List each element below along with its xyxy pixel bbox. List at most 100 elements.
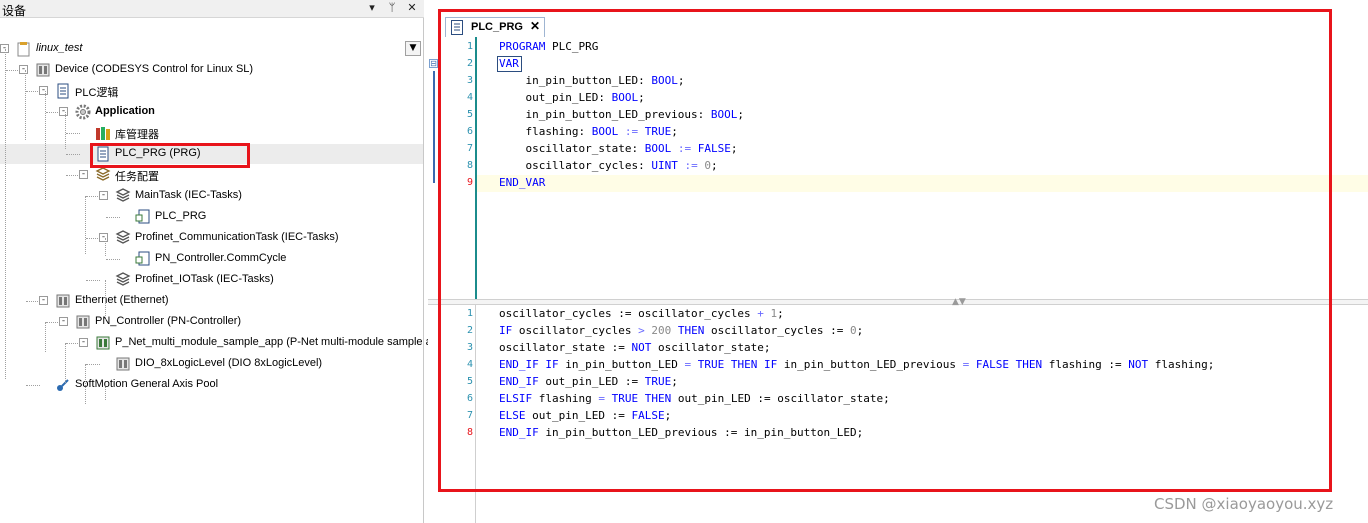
tree-item[interactable]: PLC_PRG: [0, 207, 423, 227]
tree-connector: [86, 364, 100, 365]
line-number: 1: [466, 41, 473, 52]
tree-item[interactable]: - Profinet_CommunicationTask (IEC-Tasks): [0, 228, 423, 248]
plc-logic-icon: [55, 83, 71, 99]
tree-connector: [6, 70, 20, 71]
tree-item-label: DIO_8xLogicLevel (DIO 8xLogicLevel): [135, 357, 323, 369]
collapse-marker-icon[interactable]: ⊟: [429, 59, 438, 68]
tree-item-label: PN_Controller.CommCycle: [155, 252, 287, 264]
panel-menu-dropdown-icon[interactable]: ▾: [365, 1, 379, 16]
tree-item[interactable]: - MainTask (IEC-Tasks): [0, 186, 423, 206]
code-token: oscillator_state :=: [499, 341, 632, 354]
code-token: ;: [737, 108, 745, 121]
gutter-separator-bottom: [475, 305, 476, 523]
code-token: 200: [651, 324, 672, 337]
code-token: BOOL: [710, 108, 738, 121]
panel-title: 设备: [2, 4, 27, 18]
line-number: 5: [466, 109, 473, 120]
code-line: ELSE out_pin_LED := FALSE;: [499, 407, 671, 424]
tree-connector: [105, 385, 106, 400]
project-icon: [16, 41, 32, 57]
tree-connector: [65, 343, 66, 383]
tree-item[interactable]: - PLC逻辑: [0, 81, 423, 101]
declaration-pane[interactable]: ⊟ 1 PROGRAM PLC_PRG 2 VAR 3 in_pin_button_LE…: [428, 37, 1368, 299]
tree-item[interactable]: - P_Net_multi_module_sample_app (P-Net mu…: [0, 333, 438, 353]
code-token: flashing: [532, 392, 599, 405]
tree-item-label: linux_test: [36, 42, 83, 54]
tree-item-label: 库管理器: [115, 129, 159, 141]
line-number: 3: [466, 342, 473, 353]
tree-item-label: PLC_PRG (PRG): [115, 147, 201, 159]
tree-expander-icon[interactable]: -: [79, 338, 88, 347]
task-icon: [115, 272, 131, 288]
device-icon: [35, 62, 51, 78]
tree-item[interactable]: Profinet_IOTask (IEC-Tasks): [0, 270, 423, 290]
code-token: FALSE: [631, 409, 665, 422]
tree-expander-icon[interactable]: -: [39, 296, 48, 305]
tree-item[interactable]: - 任务配置: [0, 165, 423, 185]
code-token: oscillator_state:: [499, 142, 645, 155]
tree-item[interactable]: 库管理器: [0, 123, 423, 143]
pou-icon: [95, 146, 111, 162]
tree-expander-icon[interactable]: -: [99, 191, 108, 200]
tree-connector: [86, 238, 100, 239]
tree-expander-icon[interactable]: -: [99, 233, 108, 242]
tree-item[interactable]: PLC_PRG (PRG): [0, 144, 423, 164]
project-dropdown-icon[interactable]: ▼: [405, 41, 421, 56]
tree-expander-icon[interactable]: -: [39, 86, 48, 95]
tree-item[interactable]: DIO_8xLogicLevel (DIO 8xLogicLevel): [0, 354, 423, 374]
code-token: in_pin_button_LED_previous:: [499, 108, 711, 121]
tree-expander-icon[interactable]: -: [59, 317, 68, 326]
panel-header: 设备 ▾ ᛘ ✕: [0, 0, 424, 18]
code-token: THEN: [730, 358, 758, 371]
implementation-pane[interactable]: 1 oscillator_cycles := oscillator_cycles …: [428, 305, 1368, 523]
code-token: ELSE: [499, 409, 526, 422]
tree-connector: [25, 70, 26, 140]
code-line: END_IF IF in_pin_button_LED = TRUE THEN …: [499, 356, 1214, 373]
tab-close-icon[interactable]: ✕: [530, 19, 540, 33]
tree-item[interactable]: - linux_test ▼: [0, 39, 423, 59]
tab-plc-prg[interactable]: PLC_PRG ✕: [445, 17, 545, 37]
program-call-icon: [135, 209, 151, 225]
code-token: 0: [850, 324, 857, 337]
code-token: ;: [671, 375, 678, 388]
code-line: in_pin_button_LED_previous: BOOL;: [499, 106, 744, 123]
code-token: TRUE: [611, 392, 639, 405]
tree-item[interactable]: SoftMotion General Axis Pool: [0, 375, 423, 395]
scope-bar: [433, 71, 435, 183]
tree-expander-icon[interactable]: -: [19, 65, 28, 74]
tree-item[interactable]: - Ethernet (Ethernet): [0, 291, 423, 311]
tree-item-label: PLC逻辑: [75, 87, 119, 99]
tree-item-label: P_Net_multi_module_sample_app (P-Net mul…: [115, 336, 438, 348]
code-token: IF: [545, 358, 559, 371]
code-line: out_pin_LED: BOOL;: [499, 89, 644, 106]
tree-expander-icon[interactable]: -: [59, 107, 68, 116]
tree-item[interactable]: - Application: [0, 102, 423, 122]
code-token: FALSE: [697, 142, 731, 155]
tree-connector: [66, 343, 80, 344]
line-number: 2: [466, 58, 473, 69]
code-token: UINT: [651, 159, 678, 172]
code-token: END_IF: [499, 375, 539, 388]
code-token: IF: [499, 324, 513, 337]
tree-connector: [86, 280, 100, 281]
panel-close-icon[interactable]: ✕: [405, 1, 419, 16]
tree-item-label: Profinet_CommunicationTask (IEC-Tasks): [135, 231, 339, 243]
tree-expander-icon[interactable]: -: [79, 170, 88, 179]
tree-item[interactable]: PN_Controller.CommCycle: [0, 249, 423, 269]
tree-item[interactable]: - Device (CODESYS Control for Linux SL): [0, 60, 423, 80]
code-token: =: [598, 392, 605, 405]
code-token: 0: [704, 159, 711, 172]
code-token: BOOL: [611, 91, 639, 104]
bracket-match-box: [497, 56, 522, 72]
tree-item[interactable]: - PN_Controller (PN-Controller): [0, 312, 423, 332]
line-number: 6: [466, 126, 473, 137]
code-token: THEN: [644, 392, 672, 405]
panel-pin-icon[interactable]: ᛘ: [385, 1, 399, 16]
pn-device-icon: [95, 335, 111, 351]
axis-pool-icon: [55, 377, 71, 393]
tree-connector: [26, 385, 40, 386]
library-manager-icon: [95, 125, 111, 141]
